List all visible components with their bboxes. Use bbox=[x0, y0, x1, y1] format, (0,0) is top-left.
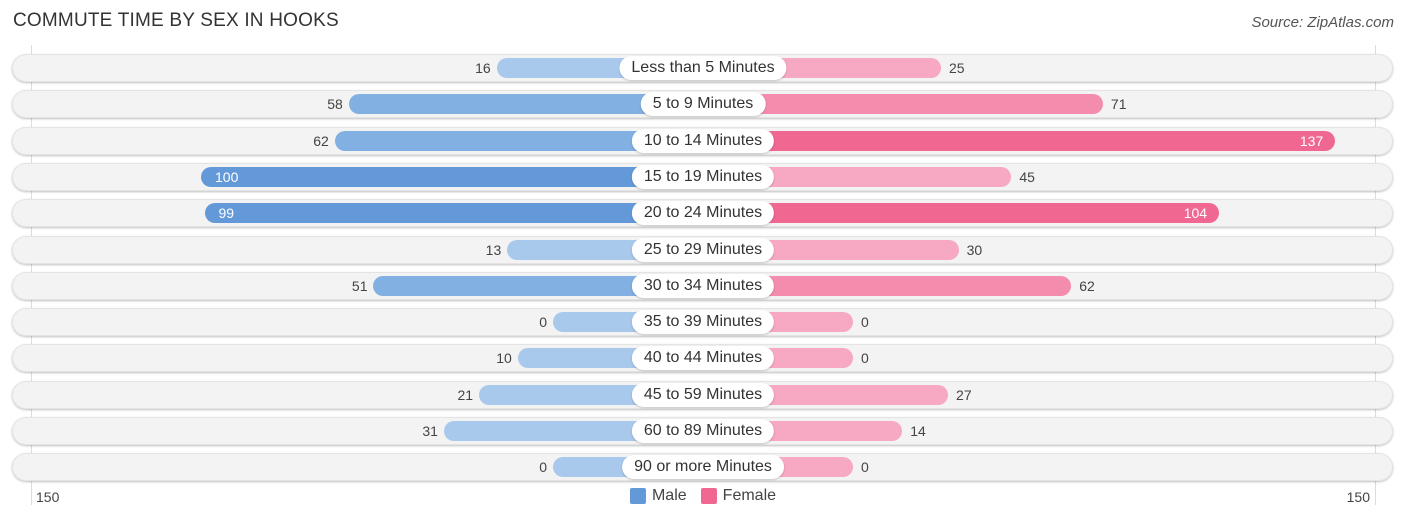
female-value-label: 45 bbox=[1019, 169, 1035, 185]
category-label: 10 to 14 Minutes bbox=[631, 129, 775, 153]
legend: Male Female bbox=[629, 487, 777, 505]
legend-item-male: Male bbox=[629, 487, 687, 505]
legend-label-female: Female bbox=[722, 487, 777, 504]
category-label: 90 or more Minutes bbox=[622, 455, 784, 479]
legend-item-female: Female bbox=[700, 487, 777, 505]
male-value-label: 10 bbox=[496, 350, 512, 366]
category-label: 45 to 59 Minutes bbox=[631, 383, 775, 407]
female-value-label: 104 bbox=[1183, 205, 1208, 221]
male-value-label: 0 bbox=[539, 314, 547, 330]
female-value-label: 71 bbox=[1110, 96, 1127, 112]
female-value-label: 30 bbox=[966, 242, 983, 258]
male-value-label: 0 bbox=[539, 459, 547, 475]
male-value-label: 99 bbox=[218, 205, 235, 221]
axis-tick-right: 150 bbox=[1346, 489, 1370, 505]
male-value-label: 51 bbox=[351, 278, 368, 294]
female-value-label: 62 bbox=[1079, 278, 1095, 294]
male-value-label: 13 bbox=[485, 242, 502, 258]
category-label: 35 to 39 Minutes bbox=[631, 310, 775, 334]
legend-label-male: Male bbox=[651, 487, 687, 504]
female-value-label: 14 bbox=[910, 423, 926, 439]
chart-title: COMMUTE TIME BY SEX IN HOOKS bbox=[13, 10, 339, 31]
female-value-label: 0 bbox=[861, 350, 869, 366]
female-bar bbox=[703, 203, 1220, 223]
female-value-label: 137 bbox=[1299, 133, 1324, 149]
category-label: 20 to 24 Minutes bbox=[631, 201, 775, 225]
female-value-label: 0 bbox=[861, 459, 869, 475]
male-value-label: 100 bbox=[215, 169, 239, 185]
legend-swatch-female bbox=[700, 488, 717, 504]
male-value-label: 21 bbox=[457, 387, 474, 403]
category-label: 40 to 44 Minutes bbox=[631, 346, 775, 370]
male-value-label: 16 bbox=[475, 60, 491, 76]
legend-swatch-male bbox=[629, 488, 646, 504]
category-label: 30 to 34 Minutes bbox=[631, 274, 775, 298]
male-value-label: 31 bbox=[422, 423, 438, 439]
category-label: 25 to 29 Minutes bbox=[631, 238, 775, 262]
female-value-label: 0 bbox=[861, 314, 869, 330]
male-value-label: 58 bbox=[327, 96, 343, 112]
axis-tick-left: 150 bbox=[36, 489, 60, 505]
category-label: 5 to 9 Minutes bbox=[640, 92, 766, 116]
female-value-label: 25 bbox=[949, 60, 965, 76]
category-label: 15 to 19 Minutes bbox=[631, 165, 775, 189]
male-bar bbox=[204, 203, 703, 223]
female-bar bbox=[703, 131, 1336, 151]
category-label: 60 to 89 Minutes bbox=[631, 419, 775, 443]
source-label: Source: ZipAtlas.com bbox=[1251, 14, 1394, 31]
category-label: Less than 5 Minutes bbox=[619, 56, 787, 80]
female-value-label: 27 bbox=[956, 387, 972, 403]
male-value-label: 62 bbox=[313, 133, 329, 149]
male-bar bbox=[201, 167, 703, 187]
